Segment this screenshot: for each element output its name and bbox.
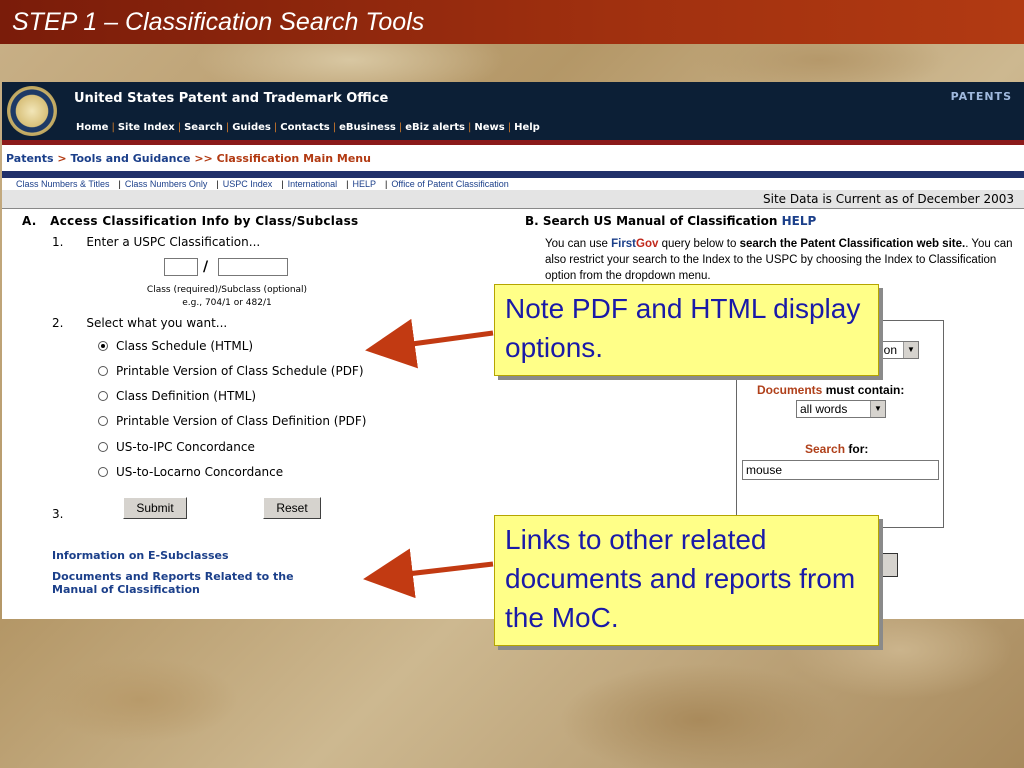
dropdown-arrow-icon: ▼ [903, 342, 918, 358]
firstgov-link[interactable]: FirstGov [611, 238, 658, 250]
site-name: United States Patent and Trademark Offic… [74, 91, 389, 106]
class-example: e.g., 704/1 or 482/1 [182, 298, 272, 308]
nav-news[interactable]: News [474, 122, 504, 133]
radio-icon[interactable] [98, 391, 108, 401]
subnav-international[interactable]: International [288, 179, 338, 189]
nav-help[interactable]: Help [514, 122, 540, 133]
dropdown-arrow-icon: ▼ [870, 401, 885, 417]
option-class-schedule-html[interactable]: Class Schedule (HTML) [98, 339, 253, 353]
option-us-to-locarno[interactable]: US-to-Locarno Concordance [98, 465, 283, 479]
class-hint: Class (required)/Subclass (optional) [146, 285, 308, 295]
breadcrumb-current: Classification Main Menu [216, 152, 371, 165]
patents-tag: PATENTS [950, 90, 1012, 103]
scope-select[interactable]: ion ▼ [877, 341, 919, 359]
class-input[interactable] [164, 258, 198, 276]
section-b-help-link[interactable]: HELP [782, 214, 817, 228]
moc-documents-link[interactable]: Documents and Reports Related to the Man… [52, 570, 294, 596]
breadcrumb-tools[interactable]: Tools and Guidance [70, 152, 190, 165]
search-for-label: Search for: [805, 442, 869, 456]
section-b-description: You can use FirstGov query below to sear… [545, 238, 1013, 282]
step-1-label: 1. Enter a USPC Classification... [52, 235, 261, 249]
sub-nav: Class Numbers & Titles | Class Numbers Onl… [16, 179, 509, 189]
subnav-class-numbers-titles[interactable]: Class Numbers & Titles [16, 179, 110, 189]
documents-label: Documents must contain: [757, 383, 905, 397]
option-class-definition-pdf[interactable]: Printable Version of Class Definition (P… [98, 414, 366, 428]
match-select[interactable]: all words ▼ [796, 400, 886, 418]
subnav-help[interactable]: HELP [353, 179, 377, 189]
subclass-input[interactable] [218, 258, 288, 276]
reset-button[interactable]: Reset [263, 497, 321, 519]
radio-selected-icon[interactable] [98, 341, 108, 351]
callout-pdf-html-note: Note PDF and HTML display options. [494, 284, 879, 376]
slide-title: STEP 1 – Classification Search Tools [0, 0, 1024, 44]
radio-icon[interactable] [98, 416, 108, 426]
e-subclasses-link[interactable]: Information on E-Subclasses [52, 549, 229, 562]
radio-icon[interactable] [98, 467, 108, 477]
nav-search[interactable]: Search [184, 122, 223, 133]
search-query-input[interactable]: mouse [742, 460, 939, 480]
nav-ebiz-alerts[interactable]: eBiz alerts [405, 122, 465, 133]
callout-moc-links-note: Links to other related documents and rep… [494, 515, 879, 646]
section-b-heading: B. Search US Manual of Classification HE… [525, 214, 817, 228]
slash: / [203, 259, 209, 275]
nav-contacts[interactable]: Contacts [280, 122, 330, 133]
divider [2, 140, 1024, 145]
section-a-heading: A. Access Classification Info by Class/S… [22, 214, 359, 228]
radio-icon[interactable] [98, 366, 108, 376]
subnav-opc[interactable]: Office of Patent Classification [391, 179, 508, 189]
option-us-to-ipc[interactable]: US-to-IPC Concordance [98, 440, 255, 454]
nav-site-index[interactable]: Site Index [118, 122, 175, 133]
nav-home[interactable]: Home [76, 122, 108, 133]
step-3-label: 3. [52, 507, 64, 521]
top-nav: Home | Site Index | Search | Guides | Contacts | e… [76, 122, 540, 133]
subnav-class-numbers-only[interactable]: Class Numbers Only [125, 179, 208, 189]
option-class-schedule-pdf[interactable]: Printable Version of Class Schedule (PDF… [98, 364, 364, 378]
breadcrumb: Patents > Tools and Guidance >> Classifi… [6, 152, 371, 165]
nav-ebusiness[interactable]: eBusiness [339, 122, 396, 133]
step-2-label: 2. Select what you want... [52, 316, 228, 330]
option-class-definition-html[interactable]: Class Definition (HTML) [98, 389, 256, 403]
uspto-header: United States Patent and Trademark Offic… [2, 82, 1024, 140]
search-go-button[interactable] [882, 553, 898, 577]
radio-icon[interactable] [98, 442, 108, 452]
subnav-uspc-index[interactable]: USPC Index [223, 179, 273, 189]
uspto-seal-icon [7, 86, 57, 136]
divider [2, 171, 1024, 178]
breadcrumb-patents[interactable]: Patents [6, 152, 54, 165]
submit-button[interactable]: Submit [123, 497, 187, 519]
nav-guides[interactable]: Guides [232, 122, 271, 133]
currency-note: Site Data is Current as of December 2003 [763, 192, 1014, 206]
